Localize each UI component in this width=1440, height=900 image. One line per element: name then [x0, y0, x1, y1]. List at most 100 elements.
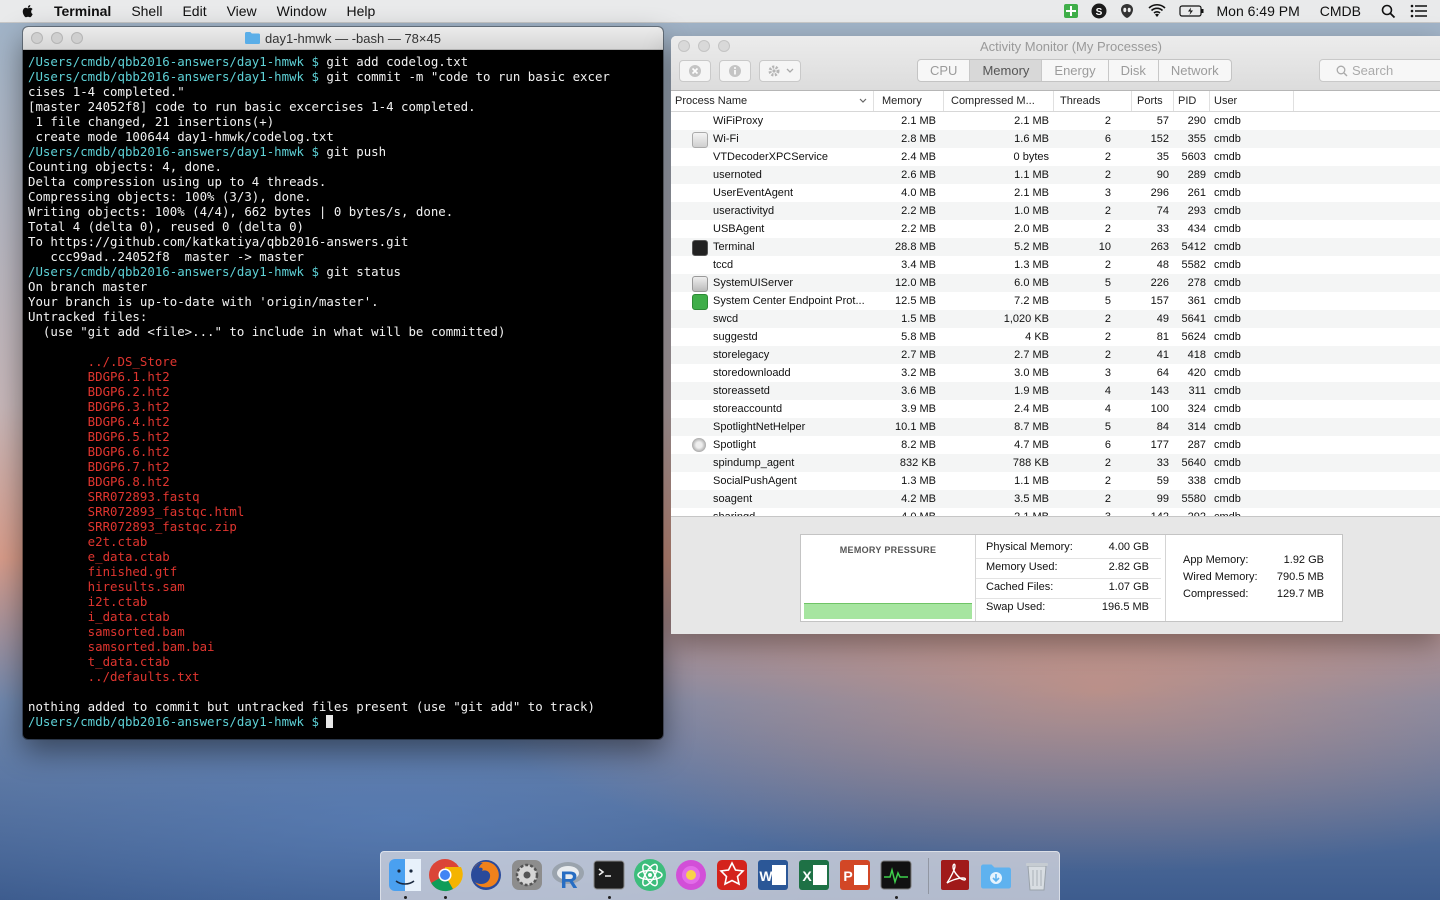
chrome-icon[interactable]	[427, 857, 463, 893]
menu-edit[interactable]: Edit	[182, 3, 206, 19]
terminal-output[interactable]: /Users/cmdb/qbb2016-answers/day1-hmwk $ …	[23, 50, 663, 733]
table-row[interactable]: useractivityd 2.2 MB 1.0 MB 2 74 293 cmdb	[671, 202, 1440, 220]
table-row[interactable]: storelegacy 2.7 MB 2.7 MB 2 41 418 cmdb	[671, 346, 1440, 364]
menu-app-name[interactable]: Terminal	[54, 3, 111, 19]
finder-icon[interactable]	[387, 857, 423, 893]
table-row[interactable]: System Center Endpoint Prot... 12.5 MB 7.2…	[671, 292, 1440, 310]
table-row[interactable]: soagent 4.2 MB 3.5 MB 2 99 5580 cmdb	[671, 490, 1440, 508]
table-row[interactable]: suggestd 5.8 MB 4 KB 2 81 5624 cmdb	[671, 328, 1440, 346]
table-row[interactable]: UserEventAgent 4.0 MB 2.1 MB 3 296 261 cmdb	[671, 184, 1440, 202]
zoom-button[interactable]	[71, 32, 83, 44]
wolfram-icon[interactable]	[714, 857, 750, 893]
column-threads[interactable]: Threads	[1054, 91, 1132, 111]
cell-threads: 2	[1104, 259, 1111, 271]
wifi-icon[interactable]	[1147, 3, 1167, 19]
skype-status-icon[interactable]: S	[1091, 3, 1107, 19]
column-process-name[interactable]: Process Name	[671, 91, 874, 111]
acrobat-icon[interactable]	[937, 857, 973, 893]
activity-monitor-icon[interactable]	[878, 857, 914, 893]
process-table[interactable]: WiFiProxy 2.1 MB 2.1 MB 2 57 290 cmdb Wi-Fi 2.8 …	[671, 112, 1440, 516]
clock[interactable]: Mon 6:49 PM	[1217, 3, 1300, 19]
tab-cpu[interactable]: CPU	[918, 60, 971, 81]
process-name: SocialPushAgent	[713, 475, 797, 487]
powerpoint-icon[interactable]: P	[837, 857, 873, 893]
table-row[interactable]: WiFiProxy 2.1 MB 2.1 MB 2 57 290 cmdb	[671, 112, 1440, 130]
minimize-button[interactable]	[51, 32, 63, 44]
table-row[interactable]: storeaccountd 3.9 MB 2.4 MB 4 100 324 cmdb	[671, 400, 1440, 418]
menu-shell[interactable]: Shell	[131, 3, 162, 19]
table-row[interactable]: Spotlight 8.2 MB 4.7 MB 6 177 287 cmdb	[671, 436, 1440, 454]
cell-ports: 226	[1150, 277, 1169, 289]
cell-memory: 1.3 MB	[901, 475, 936, 487]
tab-disk[interactable]: Disk	[1109, 60, 1159, 81]
column-compressed-memory[interactable]: Compressed M...	[944, 91, 1054, 111]
cell-memory: 3.4 MB	[901, 259, 936, 271]
alien-status-icon[interactable]	[1119, 3, 1135, 19]
table-row[interactable]: sharingd4.0 MB 2.1 MB 3 142 292 cmdb	[671, 508, 1440, 516]
action-menu-button[interactable]	[759, 60, 801, 82]
trash-icon[interactable]	[1019, 857, 1055, 893]
menu-window[interactable]: Window	[277, 3, 327, 19]
tab-network[interactable]: Network	[1159, 60, 1231, 81]
terminal-text: ccc99ad..24052f8 master -> master	[28, 249, 305, 264]
cell-ports: 296	[1150, 187, 1169, 199]
column-memory[interactable]: Memory	[874, 91, 944, 111]
search-input[interactable]: Search	[1319, 59, 1440, 82]
table-row[interactable]: storedownloadd 3.2 MB 3.0 MB 3 64 420 cmdb	[671, 364, 1440, 382]
table-row[interactable]: swcd 1.5 MB 1,020 KB 2 49 5641 cmdb	[671, 310, 1440, 328]
spotlight-search-icon[interactable]	[1381, 4, 1396, 19]
table-row[interactable]: spindump_agent 832 KB 788 KB 2 33 5640 cmdb	[671, 454, 1440, 472]
apple-menu-icon[interactable]	[20, 3, 36, 19]
table-row[interactable]: storeassetd 3.6 MB 1.9 MB 4 143 311 cmdb	[671, 382, 1440, 400]
table-row[interactable]: SocialPushAgent 1.3 MB 1.1 MB 2 59 338 cmdb	[671, 472, 1440, 490]
cell-ports: 74	[1156, 205, 1169, 217]
endpoint-protection-status-icon[interactable]	[1063, 3, 1079, 19]
cell-memory: 1.5 MB	[901, 313, 936, 325]
word-icon[interactable]: W	[755, 857, 791, 893]
menu-view[interactable]: View	[227, 3, 257, 19]
atom-icon[interactable]	[632, 857, 668, 893]
stat-value: 790.5 MB	[1276, 571, 1324, 583]
table-row[interactable]: Terminal 28.8 MB 5.2 MB 10 263 5412 cmdb	[671, 238, 1440, 256]
system-preferences-icon[interactable]	[509, 857, 545, 893]
table-row[interactable]: VTDecoderXPCService 2.4 MB 0 bytes 2 35 5603 c…	[671, 148, 1440, 166]
r-icon[interactable]: R	[550, 857, 586, 893]
quit-process-button[interactable]	[679, 60, 711, 82]
column-ports[interactable]: Ports	[1132, 91, 1174, 111]
flower-app-icon[interactable]	[673, 857, 709, 893]
terminal-icon[interactable]	[591, 857, 627, 893]
cell-ports: 143	[1150, 385, 1169, 397]
table-row[interactable]: Wi-Fi 2.8 MB 1.6 MB 6 152 355 cmdb	[671, 130, 1440, 148]
close-button[interactable]	[678, 40, 690, 52]
column-pid[interactable]: PID	[1174, 91, 1210, 111]
firefox-icon[interactable]	[468, 857, 504, 893]
user-menu[interactable]: CMDB	[1320, 3, 1361, 19]
untracked-file: hiresults.sam	[28, 579, 185, 594]
terminal-titlebar[interactable]: day1-hmwk — -bash — 78×45	[23, 27, 663, 50]
tab-energy[interactable]: Energy	[1042, 60, 1109, 81]
table-row[interactable]: USBAgent 2.2 MB 2.0 MB 2 33 434 cmdb	[671, 220, 1440, 238]
cell-user: cmdb	[1214, 493, 1241, 505]
cell-compressed: 2.1 MB	[1014, 115, 1049, 127]
chevron-down-icon	[786, 68, 793, 73]
table-row[interactable]: SystemUIServer 12.0 MB 6.0 MB 5 226 278 cmdb	[671, 274, 1440, 292]
menu-help[interactable]: Help	[346, 3, 375, 19]
terminal-window: day1-hmwk — -bash — 78×45 /Users/cmdb/qb…	[23, 27, 663, 739]
table-row[interactable]: SpotlightNetHelper 10.1 MB 8.7 MB 5 84 314 cmd…	[671, 418, 1440, 436]
notification-center-icon[interactable]	[1410, 4, 1428, 18]
zoom-button[interactable]	[718, 40, 730, 52]
stop-icon	[689, 65, 701, 77]
close-button[interactable]	[31, 32, 43, 44]
battery-icon[interactable]	[1178, 4, 1205, 18]
column-user[interactable]: User	[1210, 91, 1294, 111]
excel-icon[interactable]: X	[796, 857, 832, 893]
svg-text:X: X	[802, 868, 812, 884]
table-row[interactable]: usernoted 2.6 MB 1.1 MB 2 90 289 cmdb	[671, 166, 1440, 184]
inspect-process-button[interactable]	[719, 60, 751, 82]
untracked-file: i_data.ctab	[28, 609, 170, 624]
downloads-folder-icon[interactable]	[978, 857, 1014, 893]
minimize-button[interactable]	[698, 40, 710, 52]
tab-memory[interactable]: Memory	[970, 60, 1043, 81]
divider	[976, 558, 1161, 559]
table-row[interactable]: tccd 3.4 MB 1.3 MB 2 48 5582 cmdb	[671, 256, 1440, 274]
